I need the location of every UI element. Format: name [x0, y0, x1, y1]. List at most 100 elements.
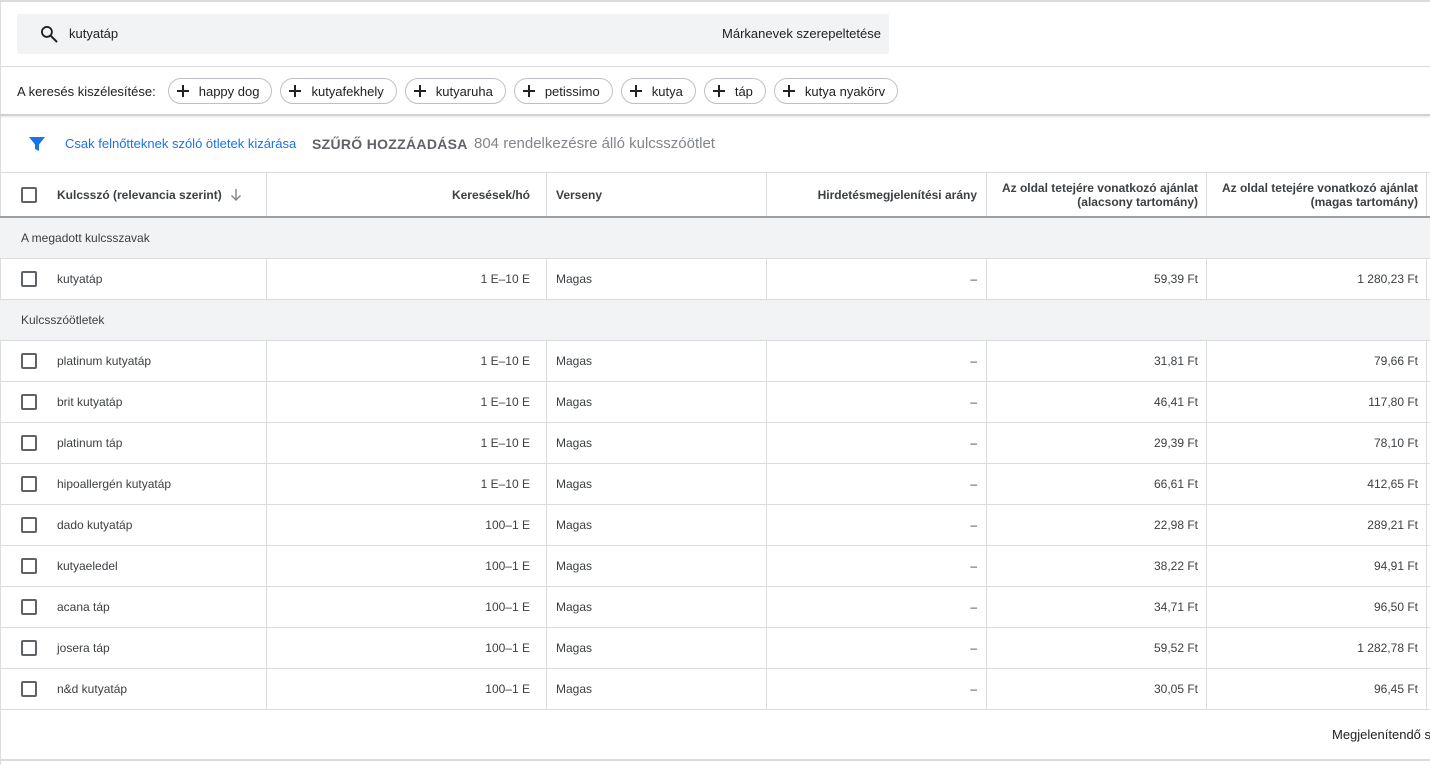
row-checkbox[interactable] — [20, 476, 37, 492]
header-keyword[interactable]: Kulcsszó (relevancia szerint) — [57, 173, 267, 216]
keyword-search-input[interactable] — [69, 14, 469, 54]
cell-keyword: kutyaeledel — [57, 546, 267, 586]
exclude-adult-ideas-link[interactable]: Csak felnőtteknek szóló ötletek kizárása — [65, 135, 296, 153]
cell-competition: Magas — [548, 546, 767, 586]
row-checkbox[interactable] — [20, 640, 37, 656]
cell-competition: Magas — [548, 259, 767, 299]
plus-icon — [176, 85, 189, 97]
broaden-chip[interactable]: kutya — [620, 78, 696, 104]
cell-searches: 100–1 E — [268, 628, 547, 668]
broaden-chip-label: kutya — [651, 83, 683, 99]
header-competition[interactable]: Verseny — [548, 173, 767, 216]
cell-top-bid-high: 79,66 Ft — [1208, 341, 1427, 381]
table-row: hipoallergén kutyatáp 1 E–10 E Magas –66,61… — [0, 464, 1430, 505]
broaden-chip-label: kutyafekhely — [311, 83, 384, 99]
cell-keyword: n&d kutyatáp — [57, 669, 267, 709]
header-top-bid-low[interactable]: Az oldal tetejére vonatkozó ajánlat (ala… — [988, 173, 1207, 216]
cell-searches: 1 E–10 E — [268, 341, 547, 381]
row-checkbox[interactable] — [20, 558, 37, 574]
broaden-chip[interactable]: kutyafekhely — [280, 78, 397, 104]
header-top-bid-high-line1: Az oldal tetejére vonatkozó ajánlat — [1221, 180, 1418, 195]
table-row: platinum táp 1 E–10 E Magas –29,39 Ft 78,10 … — [0, 423, 1430, 464]
row-checkbox-cell — [0, 423, 57, 463]
filter-icon[interactable] — [28, 135, 46, 153]
broaden-chip[interactable]: kutya nyakörv — [773, 78, 899, 104]
row-checkbox[interactable] — [20, 681, 37, 697]
header-searches[interactable]: Keresések/hó — [268, 173, 547, 216]
table-row: n&d kutyatáp 100–1 E Magas –30,05 Ft 96,45 F… — [0, 669, 1430, 710]
cell-keyword: hipoallergén kutyatáp — [57, 464, 267, 504]
cell-top-bid-high: 1 282,78 Ft — [1208, 628, 1427, 668]
cell-searches: 1 E–10 E — [268, 259, 547, 299]
cell-keyword: josera táp — [57, 628, 267, 668]
broaden-chip-label: kutya nyakörv — [804, 83, 886, 99]
table-header: Kulcsszó (relevancia szerint) Keresések/… — [0, 172, 1430, 218]
available-ideas-count: 804 rendelkezésre álló kulcsszóötlet — [474, 135, 715, 152]
header-impression-share[interactable]: Hirdetésmegjelenítési arány — [768, 173, 987, 216]
plus-icon — [782, 85, 795, 97]
broaden-chip-label: petissimo — [544, 83, 600, 99]
cell-keyword: kutyatáp — [57, 259, 267, 299]
plus-icon — [712, 85, 725, 97]
divider — [0, 759, 1430, 761]
broaden-chip[interactable]: happy dog — [167, 78, 273, 104]
add-filter-button[interactable]: SZŰRŐ HOZZÁADÁSA — [312, 134, 468, 154]
cell-competition: Magas — [548, 423, 767, 463]
plus-icon — [289, 85, 302, 97]
row-checkbox[interactable] — [20, 394, 37, 410]
broaden-chip[interactable]: kutyaruha — [404, 78, 506, 104]
cell-top-bid-low: 46,41 Ft — [988, 382, 1207, 422]
cell-top-bid-high: 412,65 Ft — [1208, 464, 1427, 504]
group-label: A megadott kulcsszavak — [21, 231, 150, 245]
header-top-bid-low-line1: Az oldal tetejére vonatkozó ajánlat — [1001, 180, 1198, 195]
cell-competition: Magas — [548, 341, 767, 381]
cell-searches: 1 E–10 E — [268, 464, 547, 504]
brand-names-toggle[interactable]: Márkanevek szerepeltetése — [722, 14, 881, 54]
row-checkbox-cell — [0, 587, 57, 627]
header-checkbox-cell — [0, 173, 57, 216]
cell-top-bid-low: 59,39 Ft — [988, 259, 1207, 299]
search-icon[interactable] — [39, 24, 59, 44]
row-checkbox-cell — [0, 628, 57, 668]
divider — [0, 114, 1430, 116]
cell-top-bid-low: 66,61 Ft — [988, 464, 1207, 504]
broaden-search-label: A keresés kiszélesítése: — [17, 83, 156, 99]
cell-competition: Magas — [548, 505, 767, 545]
broaden-chip[interactable]: petissimo — [513, 78, 613, 104]
row-checkbox-cell — [0, 546, 57, 586]
cell-impression-share: – — [768, 382, 987, 422]
cell-top-bid-low: 31,81 Ft — [988, 341, 1207, 381]
table-row: acana táp 100–1 E Magas –34,71 Ft 96,50 Ft — [0, 587, 1430, 628]
cell-keyword: platinum táp — [57, 423, 267, 463]
cell-top-bid-high: 1 280,23 Ft — [1208, 259, 1427, 299]
cell-top-bid-high: 94,91 Ft — [1208, 546, 1427, 586]
table-row: brit kutyatáp 1 E–10 E Magas –46,41 Ft 117,8… — [0, 382, 1430, 423]
broaden-search-row: A keresés kiszélesítése: happy dog kutyaf… — [17, 78, 906, 104]
table-row: platinum kutyatáp 1 E–10 E Magas –31,81 Ft 7… — [0, 341, 1430, 382]
cell-impression-share: – — [768, 341, 987, 381]
select-all-checkbox[interactable] — [20, 186, 37, 203]
cell-impression-share: – — [768, 464, 987, 504]
cell-competition: Magas — [548, 382, 767, 422]
cell-impression-share: – — [768, 505, 987, 545]
broaden-chip-label: táp — [734, 83, 753, 99]
row-checkbox[interactable] — [20, 271, 37, 287]
sort-arrow-down-icon[interactable] — [230, 188, 242, 202]
cell-keyword: platinum kutyatáp — [57, 341, 267, 381]
header-top-bid-high[interactable]: Az oldal tetejére vonatkozó ajánlat (mag… — [1208, 173, 1427, 216]
cell-searches: 1 E–10 E — [268, 423, 547, 463]
header-keyword-label: Kulcsszó (relevancia szerint) — [57, 187, 222, 202]
cell-top-bid-low: 30,05 Ft — [988, 669, 1207, 709]
row-checkbox-cell — [0, 259, 57, 299]
broaden-chip-label: happy dog — [198, 83, 260, 99]
row-checkbox[interactable] — [20, 353, 37, 369]
broaden-chip-label: kutyaruha — [435, 83, 493, 99]
broaden-chip[interactable]: táp — [703, 78, 766, 104]
group-row: Kulcsszóötletek — [0, 300, 1430, 341]
row-checkbox[interactable] — [20, 517, 37, 533]
cell-keyword: acana táp — [57, 587, 267, 627]
row-checkbox[interactable] — [20, 435, 37, 451]
row-checkbox[interactable] — [20, 599, 37, 615]
search-bar: Márkanevek szerepeltetése — [17, 14, 889, 54]
cell-searches: 1 E–10 E — [268, 382, 547, 422]
